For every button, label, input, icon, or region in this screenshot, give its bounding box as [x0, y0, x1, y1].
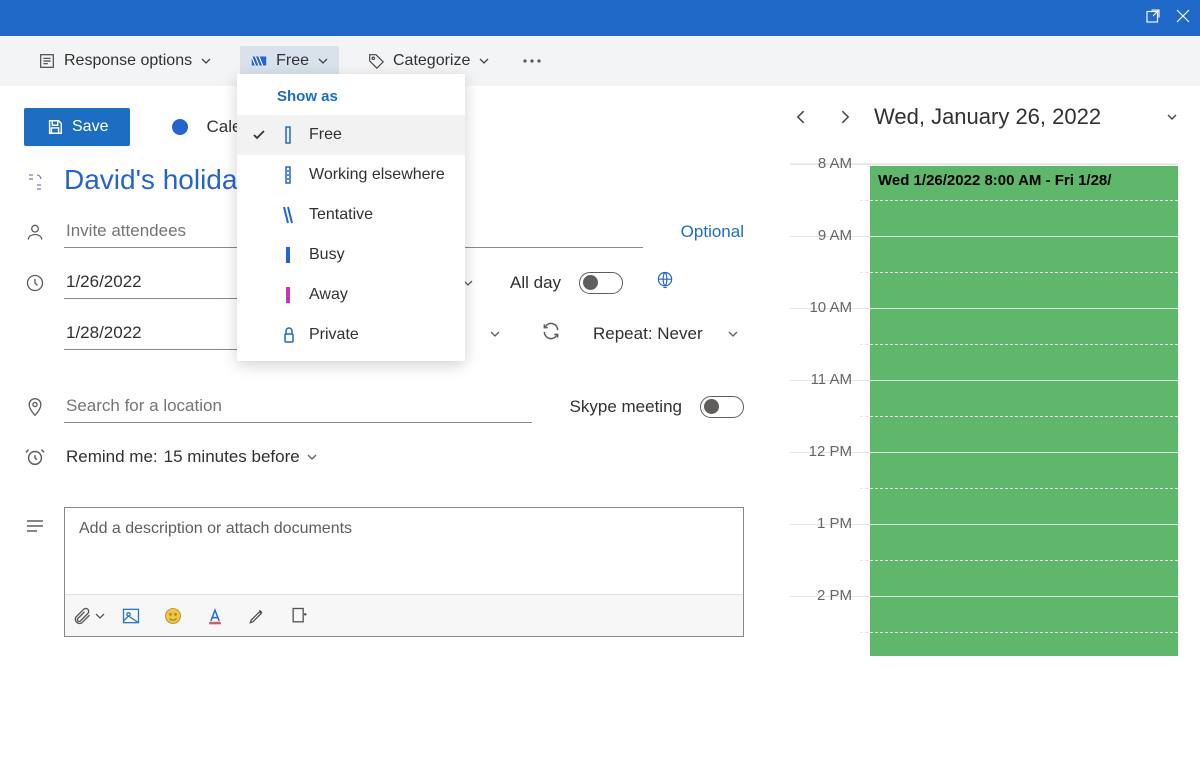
repeat-label: Repeat:	[593, 324, 653, 343]
attach-icon[interactable]	[79, 606, 99, 626]
remind-value[interactable]: 15 minutes before	[164, 447, 300, 467]
show-as-icon	[250, 52, 268, 70]
image-icon[interactable]	[121, 606, 141, 626]
chevron-down-icon[interactable]	[727, 328, 739, 340]
chevron-down-icon[interactable]	[306, 451, 318, 463]
show-as-label: Free	[276, 52, 309, 70]
insert-icon[interactable]	[289, 606, 309, 626]
calendar-date-label: Wed, January 26, 2022	[874, 104, 1101, 130]
optional-link[interactable]: Optional	[681, 222, 744, 242]
repeat-value[interactable]: Never	[657, 324, 702, 343]
ellipsis-icon	[522, 58, 542, 64]
font-color-icon[interactable]	[205, 606, 225, 626]
response-options-icon	[38, 52, 56, 70]
location-input[interactable]	[64, 390, 532, 423]
reminder-icon	[24, 446, 46, 468]
show-as-option-free[interactable]: Free	[237, 115, 465, 155]
tag-icon	[367, 52, 385, 70]
next-day-button[interactable]	[832, 105, 856, 129]
chevron-down-icon	[317, 55, 329, 67]
response-options-button[interactable]: Response options	[28, 46, 222, 76]
categorize-label: Categorize	[393, 52, 470, 70]
all-day-label: All day	[510, 273, 561, 293]
show-as-option-away[interactable]: Away	[237, 275, 465, 315]
emoji-icon[interactable]	[163, 606, 183, 626]
timeline[interactable]: Wed 1/26/2022 8:00 AM - Fri 1/28/ 8 AM9 …	[790, 164, 1178, 724]
calendar-color-dot	[172, 119, 188, 135]
all-day-toggle[interactable]	[579, 272, 623, 294]
repeat-icon[interactable]	[541, 321, 561, 346]
more-button[interactable]	[518, 52, 546, 70]
show-as-option-private[interactable]: Private	[237, 315, 465, 355]
remind-label: Remind me:	[66, 447, 158, 467]
chevron-down-icon[interactable]	[1166, 111, 1178, 123]
popout-icon[interactable]	[1144, 7, 1162, 30]
save-icon	[46, 118, 64, 136]
description-box: Add a description or attach documents	[64, 507, 744, 637]
people-icon	[24, 222, 46, 242]
command-bar: Response options Free Categorize Show as…	[0, 36, 1200, 86]
calendar-preview: Wed, January 26, 2022 Wed 1/26/2022 8:00…	[780, 86, 1200, 773]
save-button[interactable]: Save	[24, 108, 130, 146]
chevron-down-icon	[478, 55, 490, 67]
dropdown-header: Show as	[237, 74, 465, 115]
save-label: Save	[72, 118, 108, 136]
categorize-button[interactable]: Categorize	[357, 46, 500, 76]
skype-toggle[interactable]	[700, 396, 744, 418]
clock-icon	[24, 273, 46, 293]
calendar-event[interactable]: Wed 1/26/2022 8:00 AM - Fri 1/28/	[870, 166, 1178, 656]
response-options-label: Response options	[64, 52, 192, 70]
show-as-button[interactable]: Free	[240, 46, 339, 76]
highlight-icon[interactable]	[247, 606, 267, 626]
description-toolbar	[65, 594, 743, 636]
location-icon	[24, 396, 46, 418]
description-input[interactable]: Add a description or attach documents	[65, 508, 743, 594]
show-as-option-tentative[interactable]: Tentative	[237, 195, 465, 235]
show-as-option-working-elsewhere[interactable]: Working elsewhere	[237, 155, 465, 195]
prev-day-button[interactable]	[790, 105, 814, 129]
timezone-icon[interactable]	[655, 270, 675, 295]
close-icon[interactable]	[1174, 7, 1192, 30]
description-icon	[24, 519, 46, 533]
emoji-picker-icon[interactable]	[24, 171, 46, 191]
show-as-dropdown: Show as FreeWorking elsewhereTentativeBu…	[237, 74, 465, 361]
skype-label: Skype meeting	[570, 397, 682, 417]
window-titlebar	[0, 0, 1200, 36]
chevron-down-icon	[200, 55, 212, 67]
chevron-down-icon[interactable]	[489, 328, 501, 340]
show-as-option-busy[interactable]: Busy	[237, 235, 465, 275]
